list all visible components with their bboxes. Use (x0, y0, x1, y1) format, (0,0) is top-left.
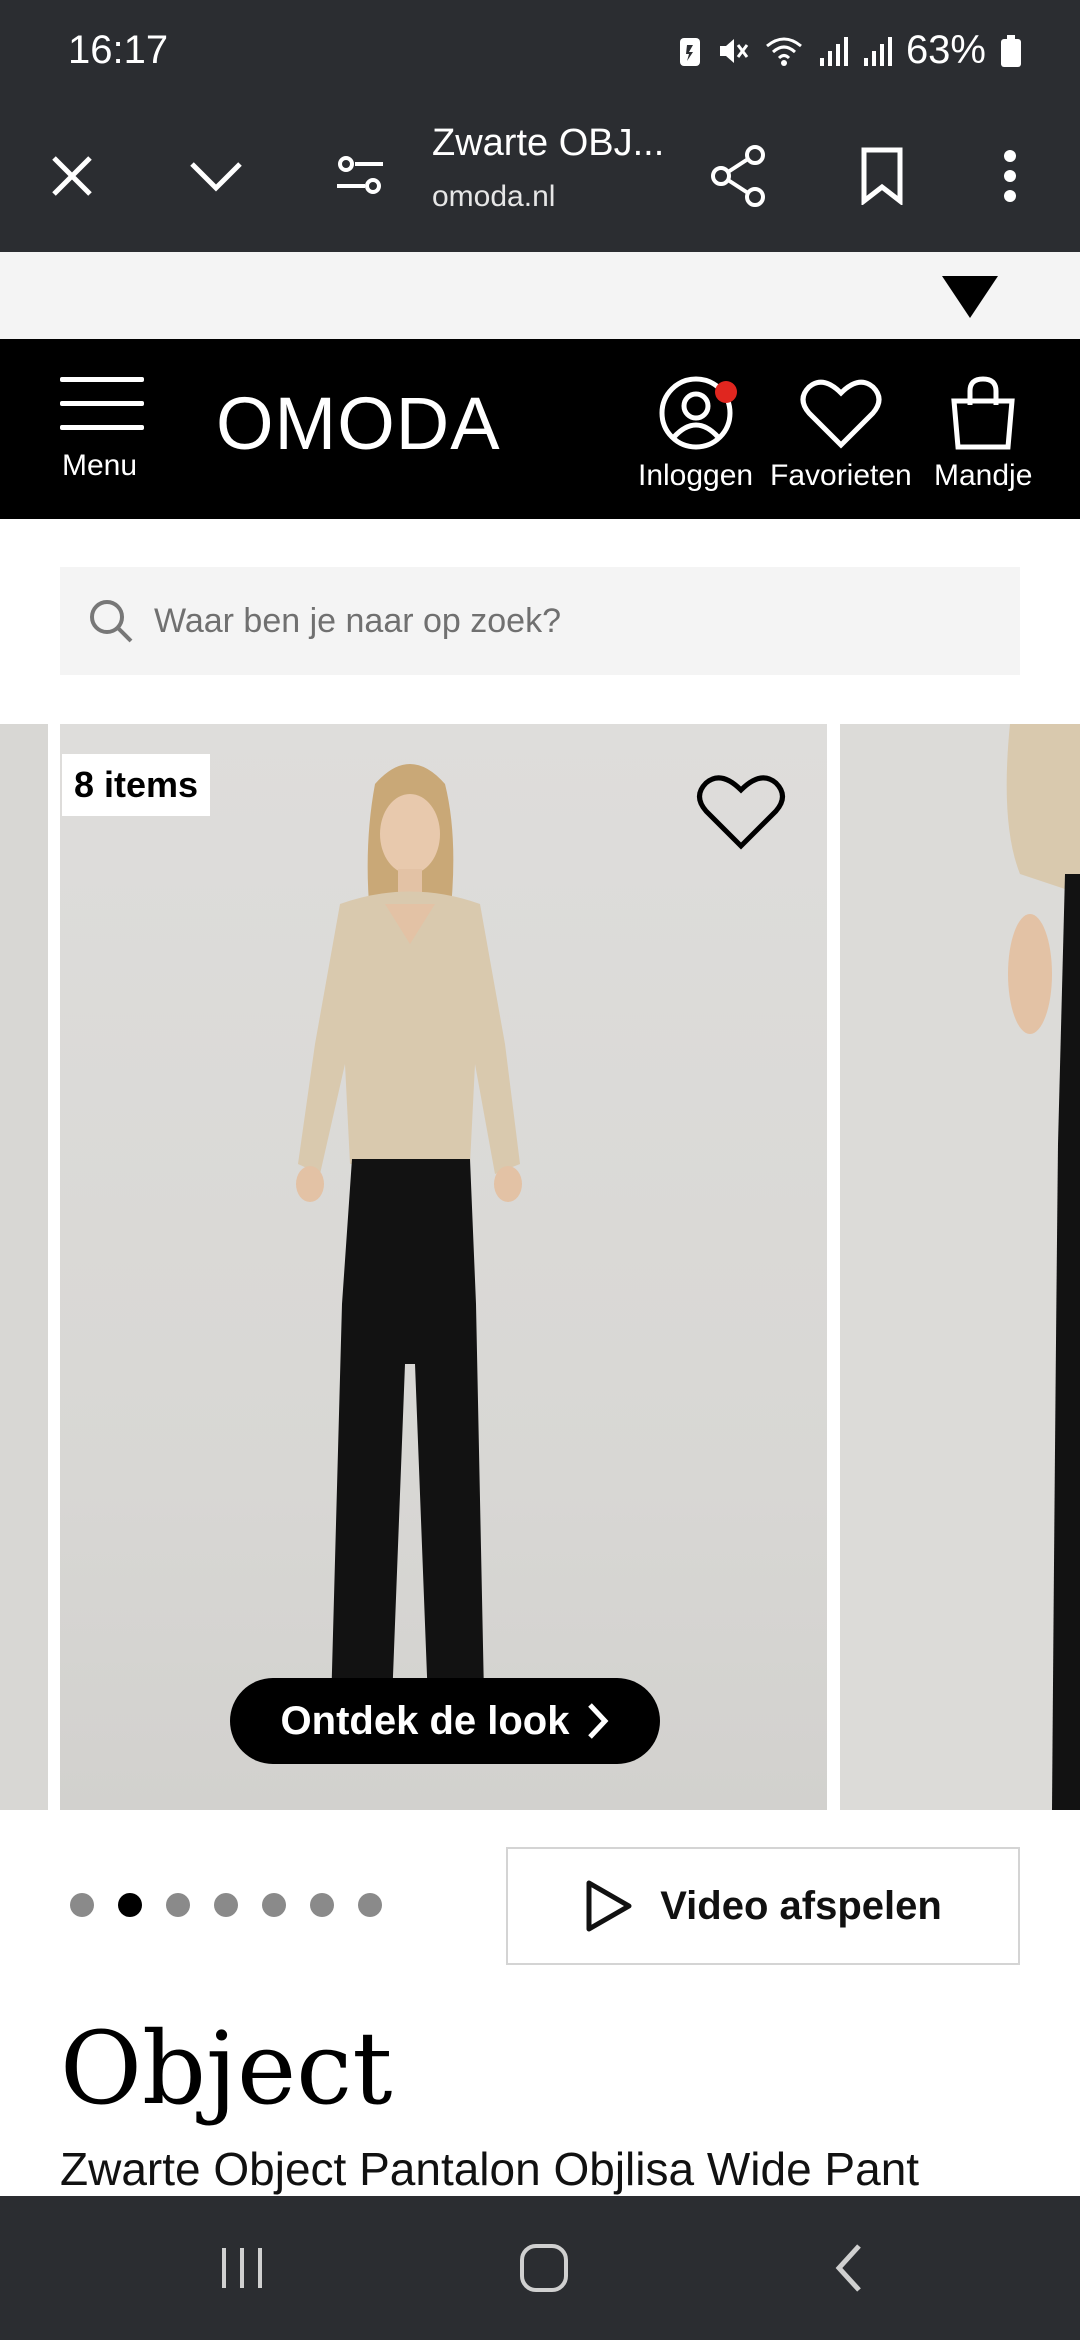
top-banner-strip (0, 252, 1080, 339)
status-bar: 16:17 63% (0, 0, 1080, 100)
signal-icon (819, 36, 848, 66)
close-icon[interactable] (32, 136, 112, 216)
search-icon (90, 600, 133, 643)
site-settings-icon[interactable] (320, 136, 400, 216)
next-slide[interactable] (840, 724, 1080, 1810)
previous-slide[interactable] (0, 724, 48, 1810)
product-name: Zwarte Object Pantalon Objlisa Wide Pant (60, 2143, 920, 2195)
signal-icon (863, 36, 892, 66)
discover-look-label: Ontdek de look (280, 1698, 570, 1743)
favorites-label: Favorieten (770, 459, 912, 492)
status-icons: 63% (678, 28, 1022, 73)
menu-label[interactable]: Menu (62, 449, 137, 483)
mute-icon (719, 38, 749, 63)
play-video-button[interactable]: Video afspelen (506, 1847, 1020, 1965)
heart-icon (697, 775, 785, 850)
add-to-favorites-button[interactable] (695, 770, 787, 857)
product-image[interactable]: 8 items Ontdek de look (60, 724, 827, 1810)
battery-saver-icon (679, 37, 700, 66)
search-placeholder: Waar ben je naar op zoek? (154, 601, 561, 640)
login-label: Inloggen (638, 459, 754, 492)
items-count-badge: 8 items (62, 754, 211, 816)
battery-icon (1001, 34, 1021, 67)
battery-percent: 63% (905, 28, 986, 72)
pagination-dot[interactable] (214, 1893, 238, 1917)
model-illustration (296, 764, 522, 1754)
product-brand[interactable]: Object (60, 2010, 392, 2127)
notification-dot (715, 381, 737, 403)
product-image-carousel[interactable]: 8 items Ontdek de look (0, 724, 1080, 1810)
carousel-pagination (70, 1893, 382, 1917)
discover-look-button[interactable]: Ontdek de look (230, 1678, 660, 1764)
status-time: 16:17 (68, 28, 169, 72)
hamburger-icon[interactable] (60, 377, 144, 449)
cart-label: Mandje (934, 459, 1033, 492)
model-partial-illustration (1006, 724, 1080, 1810)
page-title[interactable]: Zwarte OBJ... (432, 122, 664, 165)
bookmark-icon[interactable] (842, 136, 922, 216)
chevron-down-icon[interactable] (176, 136, 256, 216)
page-url[interactable]: omoda.nl (432, 180, 555, 214)
pagination-dot[interactable] (166, 1893, 190, 1917)
pagination-dot[interactable] (310, 1893, 334, 1917)
wifi-icon (765, 37, 802, 66)
back-icon[interactable] (788, 2196, 908, 2340)
favorites-button[interactable]: Favorieten (770, 375, 912, 493)
play-icon (586, 1880, 632, 1932)
more-icon[interactable] (970, 136, 1050, 216)
dropdown-triangle-icon[interactable] (942, 276, 998, 318)
pagination-dot-active[interactable] (118, 1893, 142, 1917)
pagination-dot[interactable] (262, 1893, 286, 1917)
site-header: Menu OMODA Inloggen Favorieten Mandje (0, 339, 1080, 519)
recent-apps-icon[interactable] (182, 2196, 302, 2340)
shopping-bag-icon (951, 376, 1015, 450)
pagination-dot[interactable] (358, 1893, 382, 1917)
cart-button[interactable]: Mandje (934, 375, 1032, 493)
heart-icon (800, 379, 882, 449)
site-logo[interactable]: OMODA (216, 381, 501, 466)
system-navigation-bar (0, 2196, 1080, 2340)
share-icon[interactable] (698, 136, 778, 216)
play-video-label: Video afspelen (660, 1883, 942, 1928)
browser-toolbar: Zwarte OBJ... omoda.nl (0, 100, 1080, 252)
pagination-dot[interactable] (70, 1893, 94, 1917)
search-bar[interactable]: Waar ben je naar op zoek? (60, 567, 1020, 675)
home-icon[interactable] (484, 2196, 604, 2340)
chevron-right-icon (588, 1703, 609, 1739)
